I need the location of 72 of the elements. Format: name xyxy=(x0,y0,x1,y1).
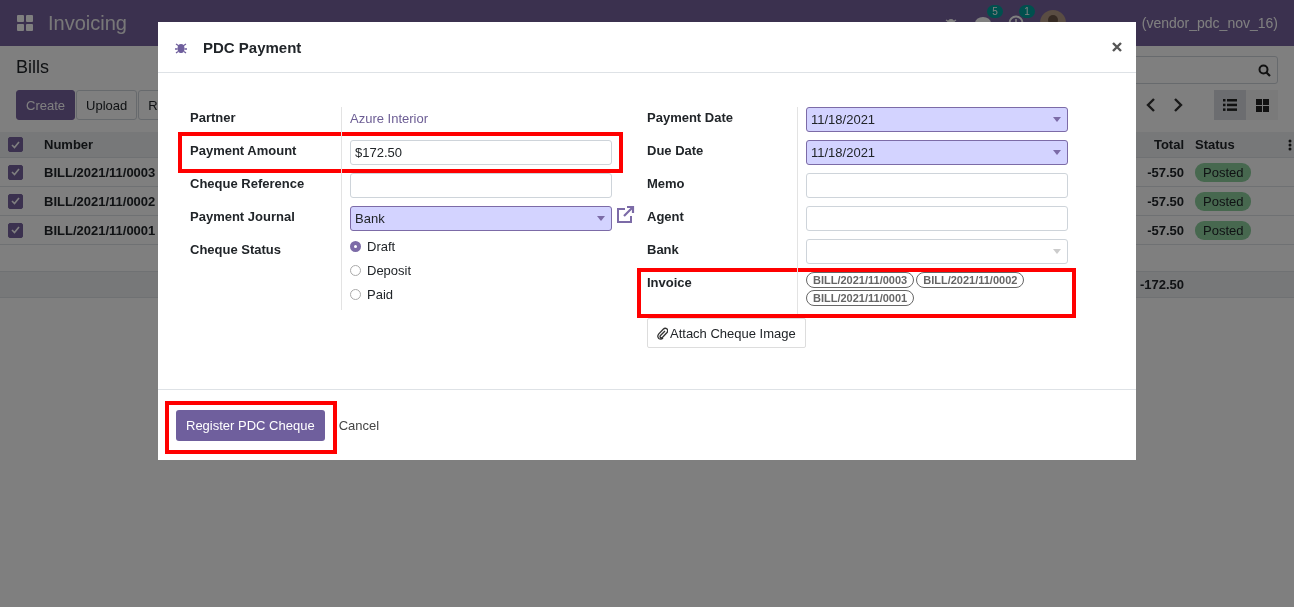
more-options-icon[interactable] xyxy=(1288,138,1292,151)
field-label: Cheque Reference xyxy=(190,175,306,191)
chat-count-badge: 5 xyxy=(987,5,1003,18)
grid-icon xyxy=(1255,98,1269,112)
select-field[interactable] xyxy=(806,239,1068,264)
list-icon xyxy=(1223,99,1237,111)
toolbar-button[interactable]: Create xyxy=(16,90,76,120)
dialog-title: PDC Payment xyxy=(203,38,302,56)
status-badge: Posted xyxy=(1195,220,1252,240)
row-checkbox[interactable] xyxy=(8,164,23,180)
select-field[interactable]: Bank xyxy=(350,206,612,231)
field-label: Payment Date xyxy=(647,109,734,125)
table-cell: -57.50 xyxy=(1147,222,1184,238)
previous-page-icon[interactable] xyxy=(1146,98,1156,112)
radio-label[interactable]: Draft xyxy=(367,239,396,254)
close-icon[interactable] xyxy=(1112,42,1122,52)
select-field[interactable]: 11/18/2021 xyxy=(806,107,1068,132)
check-icon xyxy=(11,140,20,149)
register-button[interactable]: Register PDC Cheque xyxy=(176,409,325,441)
radio-label[interactable]: Paid xyxy=(367,287,394,302)
caret-icon xyxy=(597,216,605,221)
field-label: Due Date xyxy=(647,142,705,158)
select-all-checkbox[interactable] xyxy=(8,137,23,152)
input-field[interactable]: $172.50 xyxy=(350,140,612,165)
next-page-icon[interactable] xyxy=(1173,98,1183,112)
paperclip-icon xyxy=(657,326,668,340)
radio-label[interactable]: Deposit xyxy=(367,263,412,278)
kanban-view-button[interactable] xyxy=(1246,90,1278,120)
input-field[interactable] xyxy=(806,206,1068,231)
caret-icon xyxy=(1053,249,1061,254)
cancel-link[interactable]: Cancel xyxy=(332,417,386,433)
column-header[interactable]: Status xyxy=(1195,137,1235,152)
select-field[interactable]: 11/18/2021 xyxy=(806,140,1068,165)
field-label: Payment Journal xyxy=(190,208,296,224)
table-cell: BILL/2021/11/0001 xyxy=(44,222,156,238)
user-name[interactable]: (vendor_pdc_nov_16) xyxy=(1141,15,1278,31)
field-label: Memo xyxy=(647,175,686,191)
caret-icon xyxy=(1053,150,1061,155)
status-badge: Posted xyxy=(1195,191,1252,211)
status-badge: Posted xyxy=(1195,162,1252,182)
check-icon xyxy=(11,168,20,176)
check-icon xyxy=(11,226,20,234)
check-icon xyxy=(11,197,20,205)
table-cell: BILL/2021/11/0002 xyxy=(44,193,156,209)
partner-link[interactable]: Azure Interior xyxy=(350,107,429,126)
search-icon[interactable] xyxy=(1258,63,1271,77)
field-label: Cheque Status xyxy=(190,241,282,257)
field-label: Invoice xyxy=(647,274,693,290)
apps-menu-icon[interactable] xyxy=(17,15,33,31)
row-checkbox[interactable] xyxy=(8,222,23,238)
app-name: Invoicing xyxy=(48,11,127,35)
activity-count-badge: 1 xyxy=(1019,5,1035,18)
table-cell: -57.50 xyxy=(1147,164,1184,180)
input-field[interactable] xyxy=(806,173,1068,198)
row-checkbox[interactable] xyxy=(8,193,23,209)
attach-image-button[interactable]: Attach Cheque Image xyxy=(647,318,806,348)
field-label: Payment Amount xyxy=(190,142,298,158)
table-cell: -57.50 xyxy=(1147,193,1184,209)
field-label: Bank xyxy=(647,241,680,257)
table-cell: BILL/2021/11/0003 xyxy=(44,164,156,180)
radio-button[interactable] xyxy=(350,241,361,252)
field-label: Partner xyxy=(190,109,237,125)
total-sum: -172.50 xyxy=(1139,277,1184,292)
field-label: Agent xyxy=(647,208,685,224)
caret-icon xyxy=(1053,117,1061,122)
column-header[interactable]: Number xyxy=(44,137,94,152)
input-field[interactable] xyxy=(350,173,612,198)
external-link-icon[interactable] xyxy=(615,206,635,224)
page-title: Bills xyxy=(16,56,50,78)
column-header[interactable]: Total xyxy=(1153,137,1184,152)
toolbar-button[interactable]: Upload xyxy=(76,90,138,120)
list-view-button[interactable] xyxy=(1214,90,1246,120)
